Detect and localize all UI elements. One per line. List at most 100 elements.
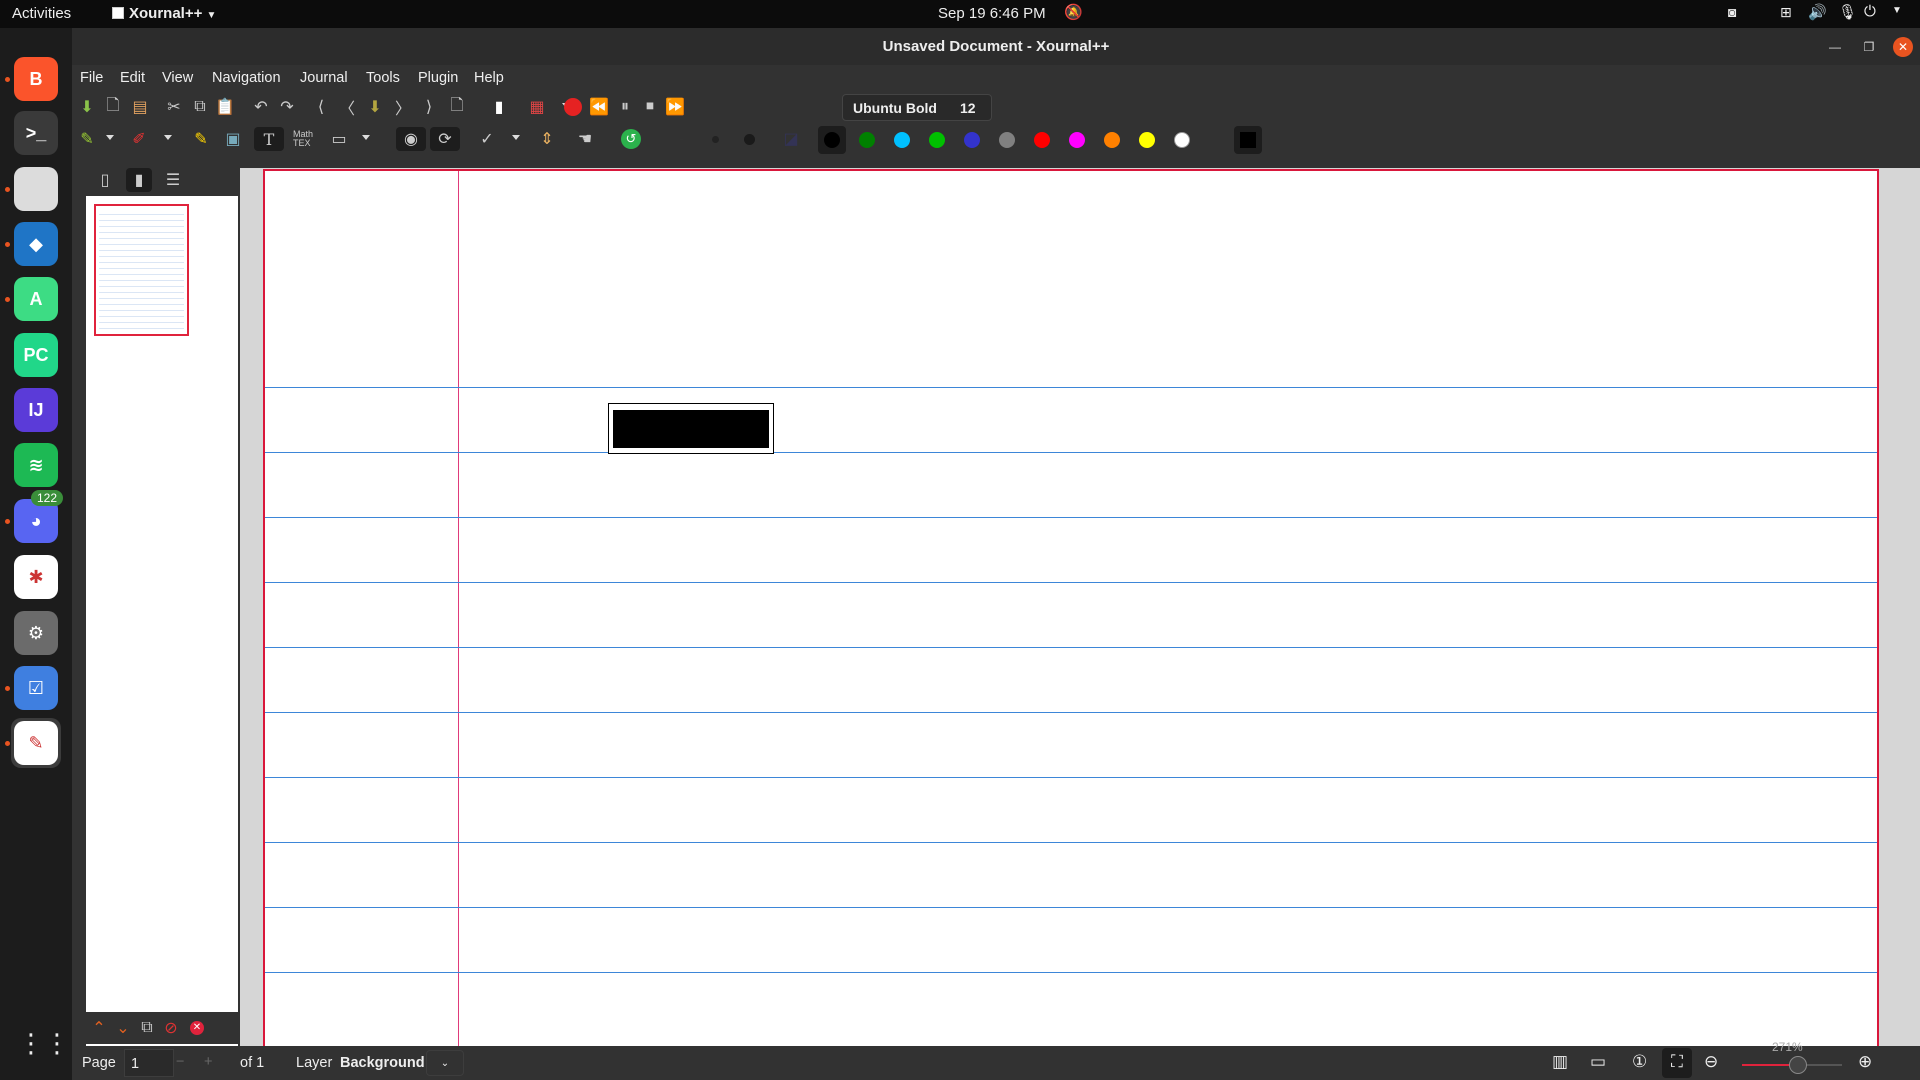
select-dropdown-icon[interactable]: [512, 135, 520, 140]
close-icon[interactable]: ✕: [1893, 37, 1913, 57]
canvas-area[interactable]: [240, 168, 1920, 1046]
disable-page-icon[interactable]: ⊘: [158, 1016, 184, 1040]
dock-android-studio-icon[interactable]: A: [11, 274, 61, 324]
power-icon[interactable]: ⏻: [1864, 3, 1876, 20]
eraser-icon[interactable]: ✐: [126, 127, 152, 151]
goto-page-icon[interactable]: ⬇: [362, 95, 388, 119]
dock-intellij-icon[interactable]: IJ: [11, 385, 61, 435]
thickness-fine-icon[interactable]: [668, 127, 694, 151]
volume-icon[interactable]: 🔊: [1808, 3, 1827, 21]
undo-icon[interactable]: ↶: [248, 95, 274, 119]
delete-page-icon[interactable]: ▮: [486, 95, 512, 119]
menu-view[interactable]: View: [162, 70, 193, 86]
rotation-snap-icon[interactable]: ⟳: [430, 127, 460, 151]
go-first-page-icon[interactable]: ⟨: [308, 95, 334, 119]
color-swatch[interactable]: [1034, 132, 1050, 148]
page-thumbnail[interactable]: [94, 204, 189, 336]
ruled-page[interactable]: [263, 169, 1879, 1046]
go-last-page-icon[interactable]: ⟩: [416, 95, 442, 119]
dock-pycharm-icon[interactable]: PC: [11, 330, 61, 380]
show-apps-grid-icon[interactable]: ⋮⋮⋮: [18, 1028, 96, 1064]
zoom-out-icon[interactable]: ⊖: [1704, 1052, 1718, 1072]
dock-spotify-icon[interactable]: ≋: [11, 440, 61, 490]
thickness-medium-icon[interactable]: [702, 127, 728, 151]
color-swatch[interactable]: [1139, 132, 1155, 148]
sidebar-tab-previews-icon[interactable]: ▮: [126, 168, 152, 192]
copy-icon[interactable]: ⧉: [187, 95, 213, 119]
menu-navigation[interactable]: Navigation: [212, 70, 281, 86]
pause-icon[interactable]: ⏸: [612, 95, 638, 119]
layer-dropdown-button[interactable]: ⌄: [426, 1050, 464, 1076]
thickness-thick-icon[interactable]: [736, 127, 762, 151]
app-menu[interactable]: Xournal++ ▼: [112, 5, 216, 22]
sidebar-tab-toc-icon[interactable]: ▯: [92, 168, 118, 192]
shape-dropdown-icon[interactable]: [362, 135, 370, 140]
page-number-input[interactable]: 1: [124, 1049, 174, 1077]
highlighter-icon[interactable]: ✎: [188, 127, 214, 151]
color-swatch[interactable]: [929, 132, 945, 148]
menu-journal[interactable]: Journal: [300, 70, 348, 86]
record-icon[interactable]: [560, 95, 586, 119]
text-box[interactable]: [608, 403, 774, 454]
eraser-dropdown-icon[interactable]: [164, 135, 172, 140]
fast-forward-icon[interactable]: ⏩: [662, 95, 688, 119]
zoom-slider-handle[interactable]: [1789, 1056, 1807, 1074]
color-swatch[interactable]: [999, 132, 1015, 148]
presentation-icon[interactable]: ▦: [524, 95, 550, 119]
presentation-mode-icon[interactable]: ▭: [1590, 1052, 1606, 1072]
paste-icon[interactable]: 📋: [212, 95, 238, 119]
insert-page-icon[interactable]: 🗋: [444, 95, 470, 119]
zoom-in-icon[interactable]: ⊕: [1858, 1052, 1872, 1072]
fill-icon[interactable]: ◪: [778, 127, 804, 151]
color-swatch[interactable]: [824, 132, 840, 148]
menu-edit[interactable]: Edit: [120, 70, 145, 86]
shape-rectangle-icon[interactable]: ▭: [326, 127, 352, 151]
vertical-scrollbar[interactable]: [1896, 168, 1920, 1046]
clock[interactable]: Sep 19 6:46 PM: [938, 5, 1046, 22]
rewind-icon[interactable]: ⏪: [586, 95, 612, 119]
menu-help[interactable]: Help: [474, 70, 504, 86]
zoom-fit-icon[interactable]: ⛶: [1662, 1048, 1692, 1078]
two-page-view-icon[interactable]: ▥: [1552, 1052, 1568, 1072]
dock-settings-icon[interactable]: ⚙: [11, 608, 61, 658]
dock-files-icon[interactable]: [11, 164, 61, 214]
microphone-icon[interactable]: 🎙: [1838, 3, 1857, 21]
copy-page-icon[interactable]: ⧉: [134, 1016, 160, 1040]
maximize-icon[interactable]: ❐: [1859, 37, 1879, 57]
color-swatch[interactable]: [859, 132, 875, 148]
system-menu-chevron-icon[interactable]: ▼: [1892, 5, 1902, 16]
color-swatch[interactable]: [964, 132, 980, 148]
sidebar-tab-layers-icon[interactable]: ☰: [160, 168, 186, 192]
ruler-snap-icon[interactable]: ◉: [396, 127, 426, 151]
dock-slack-icon[interactable]: ✱: [11, 552, 61, 602]
dock-xournalpp-icon[interactable]: ✎: [11, 718, 61, 768]
delete-page-sidebar-icon[interactable]: ✕: [184, 1016, 210, 1040]
move-page-up-icon[interactable]: ⌃: [86, 1016, 112, 1040]
custom-color-button[interactable]: [1240, 132, 1256, 148]
page-decrement-button[interactable]: −: [176, 1054, 184, 1070]
font-selector[interactable]: Ubuntu Bold 12: [842, 94, 992, 121]
dock-vscode-icon[interactable]: ◆: [11, 219, 61, 269]
page-increment-button[interactable]: +: [204, 1054, 212, 1070]
open-icon[interactable]: ▤: [127, 95, 153, 119]
dock-tasks-icon[interactable]: ☑: [11, 663, 61, 713]
minimize-icon[interactable]: —: [1825, 37, 1845, 57]
cut-icon[interactable]: ✂: [161, 95, 187, 119]
dock-brave-icon[interactable]: B: [11, 54, 61, 104]
color-swatch[interactable]: [1069, 132, 1085, 148]
math-tex-icon[interactable]: Math TEX: [290, 127, 316, 151]
go-next-page-icon[interactable]: 〉: [390, 95, 416, 119]
zoom-100-icon[interactable]: ①: [1632, 1052, 1647, 1072]
discord-tray-icon[interactable]: ◙: [1728, 4, 1736, 20]
menu-plugin[interactable]: Plugin: [418, 70, 458, 86]
menu-tools[interactable]: Tools: [366, 70, 400, 86]
move-page-down-icon[interactable]: ⌄: [110, 1016, 136, 1040]
color-swatch[interactable]: [1104, 132, 1120, 148]
color-swatch[interactable]: [894, 132, 910, 148]
select-checkmark-icon[interactable]: ✓: [474, 127, 500, 151]
menu-file[interactable]: File: [80, 70, 103, 86]
go-previous-page-icon[interactable]: 〈: [334, 95, 360, 119]
text-tool-icon[interactable]: T: [254, 127, 284, 151]
image-icon[interactable]: ▣: [220, 127, 246, 151]
stop-icon[interactable]: ⏹: [637, 95, 663, 119]
